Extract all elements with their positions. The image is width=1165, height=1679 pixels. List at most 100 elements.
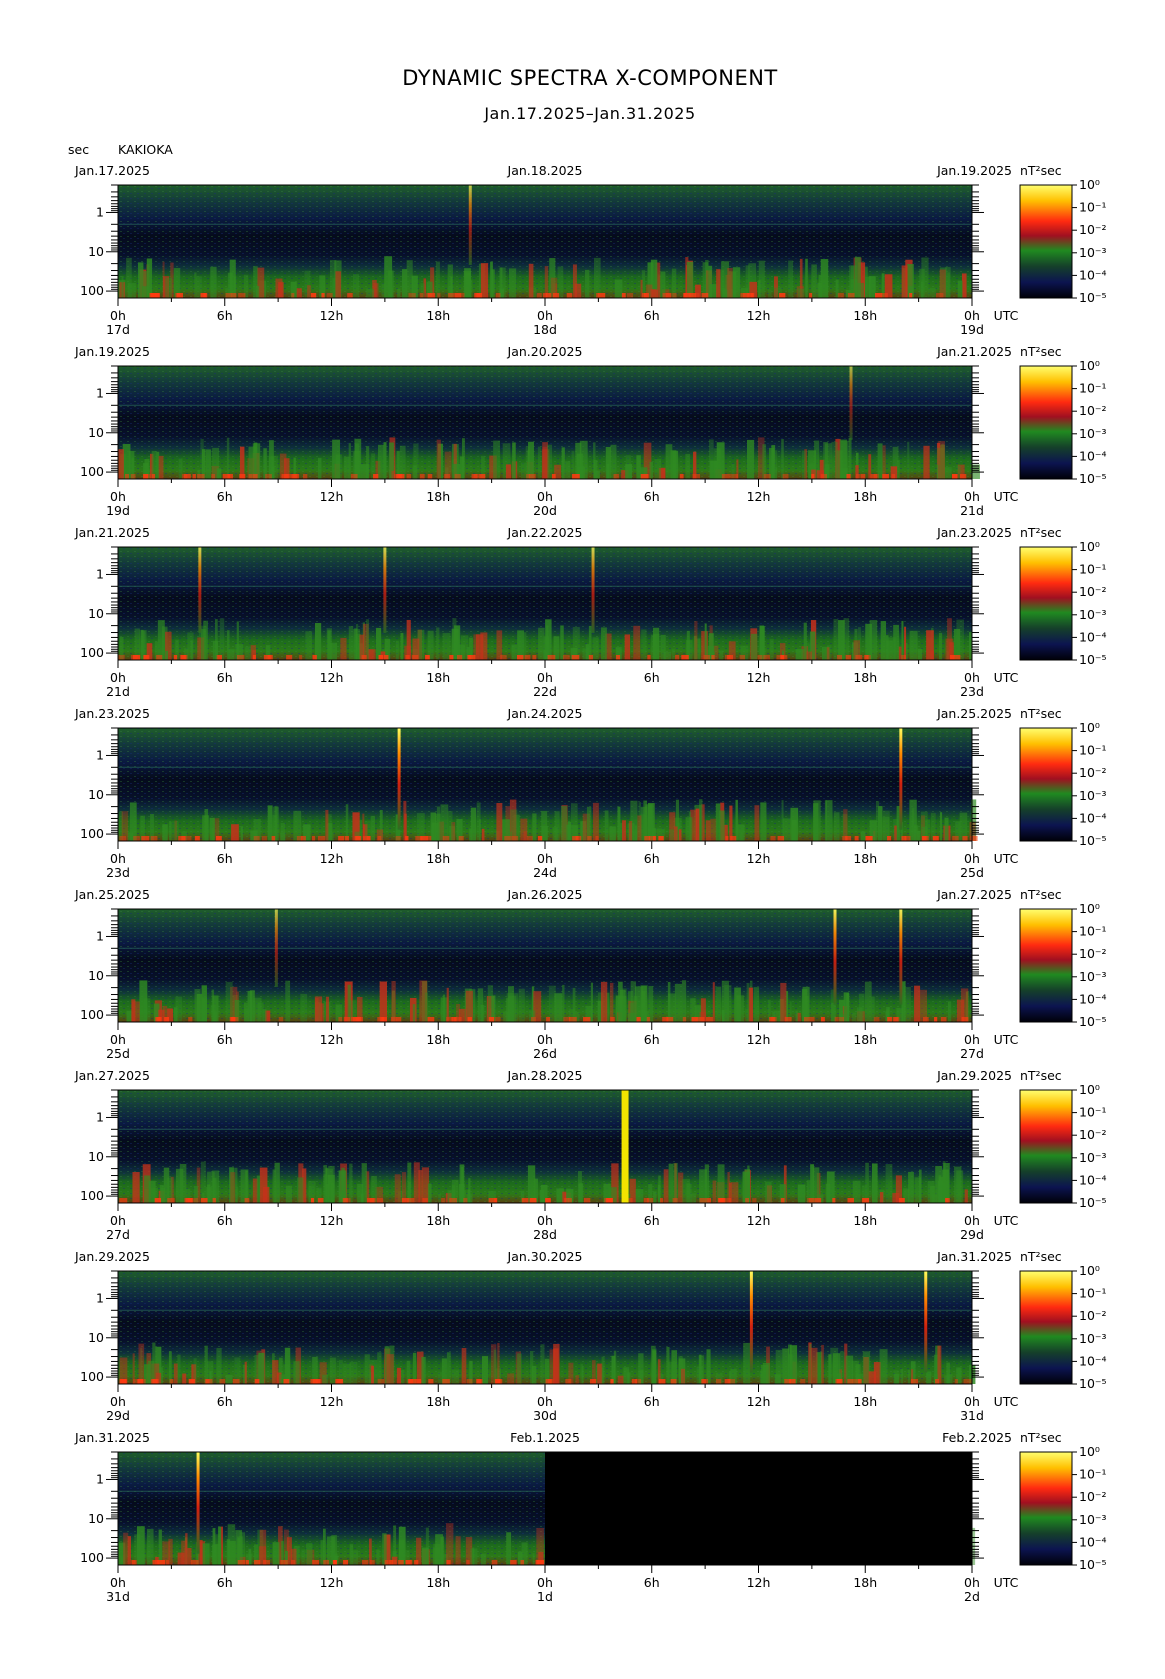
x-tick-label: 6h (217, 1213, 233, 1228)
date-label-right: Feb.2.2025 (942, 1430, 1012, 1445)
x-tick-label: 12h (320, 308, 344, 323)
y-tick-label-100: 100 (80, 1007, 104, 1022)
utc-label: UTC (994, 1032, 1019, 1047)
x-tick-label: 18h (853, 1394, 877, 1409)
day-label-left: 27d (106, 1227, 130, 1242)
figure-title: DYNAMIC SPECTRA X-COMPONENT (402, 66, 778, 90)
y-tick-label-10: 10 (88, 787, 104, 802)
x-tick-label: 6h (644, 1575, 660, 1590)
x-tick-label: 12h (747, 489, 771, 504)
colorbar (1019, 1089, 1073, 1204)
day-label-mid: 30d (533, 1408, 557, 1423)
x-tick-label: 12h (320, 1032, 344, 1047)
date-label-left: Jan.29.2025 (74, 1249, 150, 1264)
colorbar (1019, 546, 1073, 661)
colorbar-tick-label: 10⁻⁴ (1079, 991, 1107, 1006)
day-label-mid: 24d (533, 865, 557, 880)
x-tick-label: 6h (644, 308, 660, 323)
x-tick-label: 18h (426, 308, 450, 323)
colorbar-tick-label: 10⁻⁵ (1079, 833, 1107, 848)
y-tick-label-1: 1 (96, 928, 104, 943)
colorbar-tick-label: 10⁰ (1079, 177, 1100, 192)
x-tick-label: 6h (217, 308, 233, 323)
date-label-mid: Jan.28.2025 (507, 1068, 583, 1083)
x-tick-label: 12h (747, 1032, 771, 1047)
x-tick-label: 0h (110, 1394, 126, 1409)
utc-label: UTC (994, 851, 1019, 866)
x-tick-label: 6h (217, 489, 233, 504)
day-label-mid: 1d (537, 1589, 553, 1604)
colorbar (1019, 727, 1073, 842)
date-label-mid: Jan.26.2025 (507, 887, 583, 902)
y-tick-label-10: 10 (88, 1511, 104, 1526)
date-label-right: Jan.27.2025 (936, 887, 1012, 902)
date-label-left: Jan.17.2025 (74, 163, 150, 178)
y-tick-label-10: 10 (88, 1149, 104, 1164)
date-label-left: Jan.31.2025 (74, 1430, 150, 1445)
day-label-left: 17d (106, 322, 130, 337)
x-tick-label: 12h (320, 1575, 344, 1590)
day-label-right: 2d (964, 1589, 980, 1604)
x-tick-label: 6h (644, 851, 660, 866)
day-label-left: 19d (106, 503, 130, 518)
utc-label: UTC (994, 489, 1019, 504)
x-tick-label: 12h (320, 1394, 344, 1409)
utc-label: UTC (994, 308, 1019, 323)
x-tick-label: 18h (853, 670, 877, 685)
y-tick-label-100: 100 (80, 283, 104, 298)
x-tick-label: 0h (964, 1575, 980, 1590)
x-tick-label: 0h (537, 1032, 553, 1047)
colorbar-tick-label: 10⁻² (1079, 1308, 1107, 1323)
x-tick-label: 0h (964, 308, 980, 323)
y-tick-label-100: 100 (80, 1550, 104, 1565)
x-tick-label: 18h (853, 1213, 877, 1228)
utc-label: UTC (994, 1394, 1019, 1409)
event-streak (749, 1271, 753, 1373)
colorbar-tick-label: 10⁻² (1079, 765, 1107, 780)
colorbar-tick-label: 10⁻² (1079, 946, 1107, 961)
x-tick-label: 0h (110, 1032, 126, 1047)
colorbar-tick-label: 10⁻⁵ (1079, 652, 1107, 667)
y-tick-label-100: 100 (80, 826, 104, 841)
colorbar-tick-label: 10⁻³ (1079, 969, 1107, 984)
y-tick-label-1: 1 (96, 385, 104, 400)
colorbar-tick-label: 10⁻¹ (1079, 924, 1107, 939)
colorbar-tick-label: 10⁻³ (1079, 245, 1107, 260)
x-tick-label: 0h (110, 851, 126, 866)
x-tick-label: 12h (747, 670, 771, 685)
no-data-region (545, 1452, 972, 1565)
x-tick-label: 18h (853, 1032, 877, 1047)
colorbar-tick-label: 10⁰ (1079, 1082, 1100, 1097)
spectra-panel-4: Jan.23.2025 Jan.24.2025 Jan.25.2025 nT²sec 1… (74, 706, 1107, 880)
colorbar-tick-label: 10⁻² (1079, 584, 1107, 599)
colorbar-tick-label: 10⁻³ (1079, 607, 1107, 622)
colorbar-tick-label: 10⁻⁵ (1079, 471, 1107, 486)
colorbar (1019, 1270, 1073, 1385)
day-label-right: 27d (960, 1046, 984, 1061)
x-tick-label: 0h (110, 1213, 126, 1228)
day-label-right: 23d (960, 684, 984, 699)
day-label-mid: 28d (533, 1227, 557, 1242)
x-tick-label: 18h (853, 308, 877, 323)
y-tick-label-100: 100 (80, 645, 104, 660)
y-tick-label-1: 1 (96, 1109, 104, 1124)
station-label: KAKIOKA (118, 142, 173, 157)
day-label-left: 21d (106, 684, 130, 699)
date-label-right: Jan.21.2025 (936, 344, 1012, 359)
x-tick-label: 6h (644, 670, 660, 685)
utc-label: UTC (994, 1213, 1019, 1228)
colorbar-tick-label: 10⁰ (1079, 358, 1100, 373)
colorbar-tick-label: 10⁻¹ (1079, 562, 1107, 577)
date-label-left: Jan.23.2025 (74, 706, 150, 721)
y-tick-label-10: 10 (88, 968, 104, 983)
x-tick-label: 18h (426, 1032, 450, 1047)
colorbar-unit-label: nT²sec (1020, 344, 1062, 359)
y-tick-label-10: 10 (88, 1330, 104, 1345)
day-label-right: 19d (960, 322, 984, 337)
spectra-panel-1: Jan.17.2025 Jan.18.2025 Jan.19.2025 nT²sec 1… (74, 163, 1107, 337)
colorbar (1019, 908, 1073, 1023)
colorbar-tick-label: 10⁻¹ (1079, 200, 1107, 215)
spectra-panel-3: Jan.21.2025 Jan.22.2025 Jan.23.2025 nT²sec 1… (74, 525, 1107, 699)
x-tick-label: 6h (217, 670, 233, 685)
date-label-right: Jan.25.2025 (936, 706, 1012, 721)
